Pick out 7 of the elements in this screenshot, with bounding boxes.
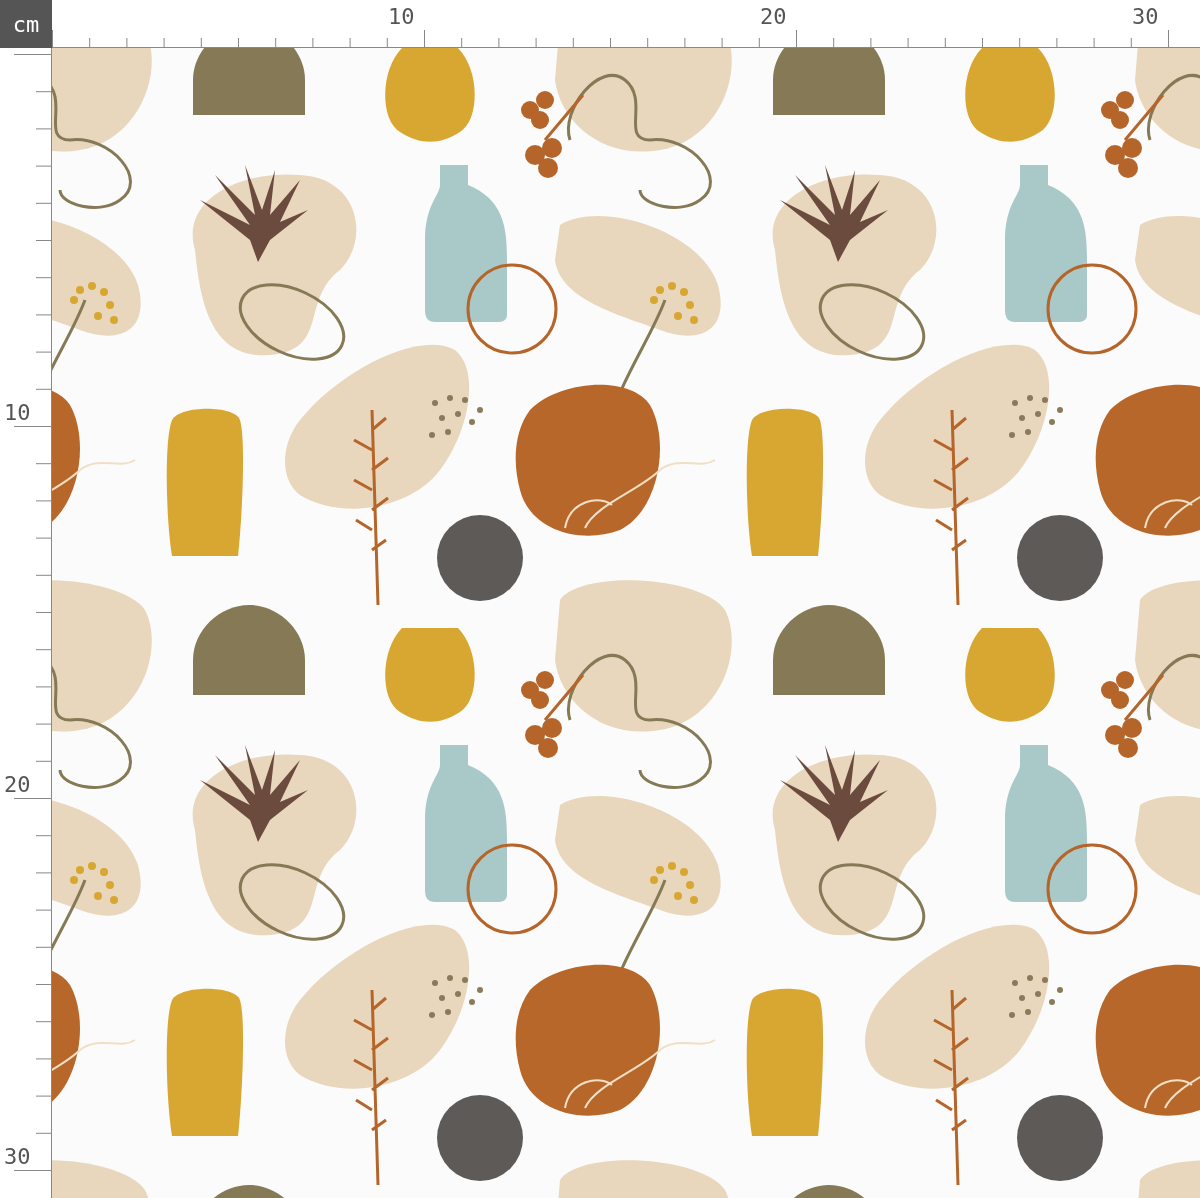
ruler-label: 20 — [760, 4, 787, 30]
unit-label: cm — [0, 0, 52, 48]
ruler-label: 30 — [1132, 4, 1159, 30]
ruler-label: 10 — [4, 400, 31, 426]
ruler-label: 30 — [4, 1144, 31, 1170]
ruler-label: 10 — [388, 4, 415, 30]
ruler-label: 20 — [4, 772, 31, 798]
